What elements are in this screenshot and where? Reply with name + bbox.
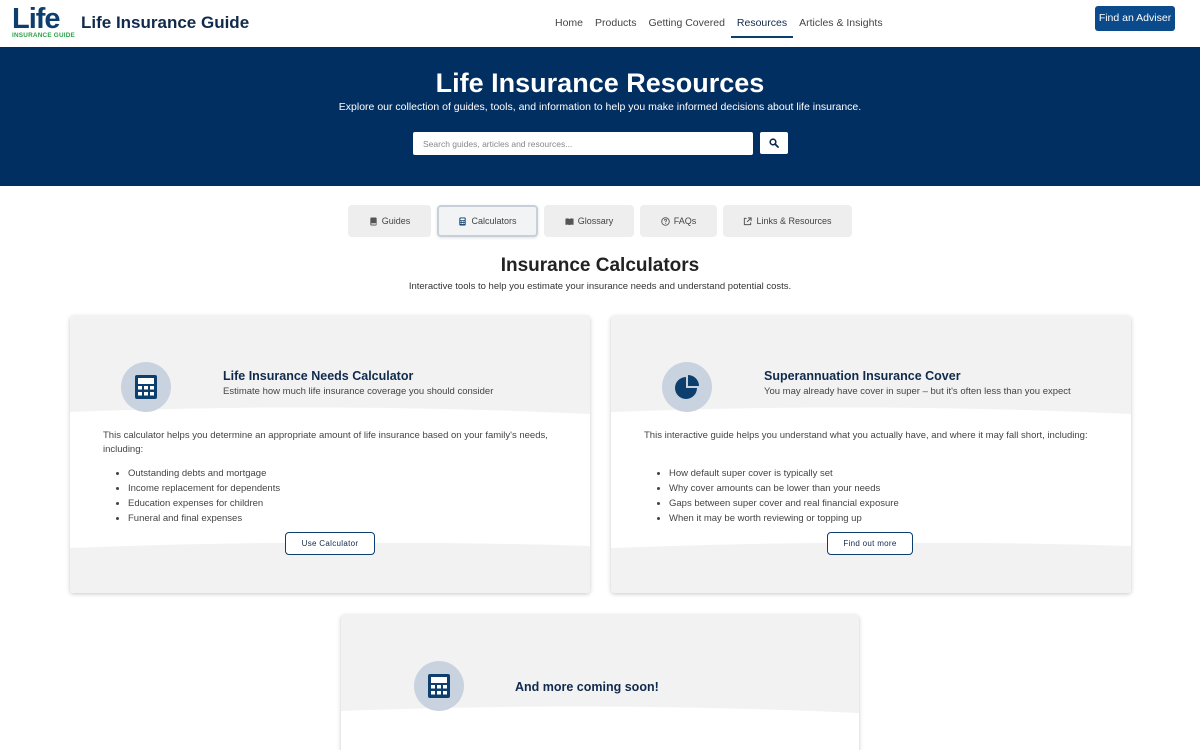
tab-glossary[interactable]: Glossary <box>544 205 634 237</box>
hero-subtitle: Explore our collection of guides, tools,… <box>338 101 862 113</box>
tab-calculators[interactable]: Calculators <box>437 205 538 237</box>
external-link-icon <box>744 216 753 225</box>
logo-tagline: INSURANCE GUIDE <box>12 32 76 39</box>
site-header: Life INSURANCE GUIDE Life Insurance Guid… <box>0 0 1200 47</box>
book-icon <box>370 216 377 226</box>
list-item: When it may be worth reviewing or toppin… <box>669 511 899 526</box>
nav-articles-insights[interactable]: Articles & Insights <box>793 0 888 47</box>
section-subtitle: Interactive tools to help you estimate y… <box>408 281 792 292</box>
tab-label: Glossary <box>577 216 614 226</box>
find-adviser-button[interactable]: Find an Adviser <box>1095 6 1175 31</box>
card-icon-circle <box>662 362 712 412</box>
search-input[interactable] <box>413 132 753 155</box>
list-item: Gaps between super cover and real financ… <box>669 496 899 511</box>
tab-guides[interactable]: Guides <box>348 205 431 237</box>
question-circle-icon <box>661 216 670 226</box>
card-wave-divider <box>341 706 859 725</box>
list-item: Education expenses for children <box>128 496 280 511</box>
section-title: Insurance Calculators <box>500 255 700 276</box>
open-book-icon <box>565 217 574 225</box>
pie-chart-icon <box>675 375 699 399</box>
main-nav: Home Products Getting Covered Resources … <box>549 0 889 47</box>
use-calculator-button[interactable]: Use Calculator <box>285 532 375 555</box>
card-description: This interactive guide helps you underst… <box>644 430 1088 441</box>
nav-home[interactable]: Home <box>549 0 589 47</box>
list-item: Funeral and final expenses <box>128 511 280 526</box>
list-item: How default super cover is typically set <box>669 466 899 481</box>
nav-getting-covered[interactable]: Getting Covered <box>642 0 730 47</box>
tab-label: Links & Resources <box>756 216 832 226</box>
card-feature-list: Outstanding debts and mortgage Income re… <box>115 466 280 526</box>
card-title: Life Insurance Needs Calculator <box>223 369 414 383</box>
coming-soon-card: And more coming soon! <box>341 615 859 750</box>
card-subtitle: Estimate how much life insurance coverag… <box>223 386 494 397</box>
tab-label: Calculators <box>471 216 517 226</box>
card-description: This calculator helps you determine an a… <box>103 430 548 455</box>
tab-label: Guides <box>381 216 411 226</box>
search-button[interactable] <box>760 132 788 154</box>
tab-label: FAQs <box>673 216 697 226</box>
hero-banner: Life Insurance Resources Explore our col… <box>0 47 1200 186</box>
calculator-icon <box>428 674 450 698</box>
card-feature-list: How default super cover is typically set… <box>656 466 899 526</box>
logo-word: Life <box>12 3 61 35</box>
calculator-card-super-cover: Superannuation Insurance Cover You may a… <box>611 316 1131 593</box>
nav-products[interactable]: Products <box>589 0 642 47</box>
card-subtitle: You may already have cover in super – bu… <box>764 386 1071 397</box>
calculator-card-life-needs: Life Insurance Needs Calculator Estimate… <box>70 316 590 593</box>
brand-title[interactable]: Life Insurance Guide <box>81 13 249 33</box>
search-icon <box>769 138 779 148</box>
tab-faqs[interactable]: FAQs <box>640 205 717 237</box>
list-item: Income replacement for dependents <box>128 481 280 496</box>
calculator-icon <box>135 375 157 399</box>
card-icon-circle <box>414 661 464 711</box>
site-logo[interactable]: Life INSURANCE GUIDE <box>12 3 75 42</box>
card-title: Superannuation Insurance Cover <box>764 369 961 383</box>
card-title: And more coming soon! <box>515 680 659 694</box>
find-out-more-button[interactable]: Find out more <box>827 532 913 555</box>
calculator-icon <box>459 216 467 226</box>
nav-resources[interactable]: Resources <box>730 0 794 47</box>
tab-links-resources[interactable]: Links & Resources <box>723 205 852 237</box>
resource-tabs: Guides Calculators Glossary FAQs Links &… <box>348 205 852 237</box>
list-item: Why cover amounts can be lower than your… <box>669 481 899 496</box>
page-title: Life Insurance Resources <box>435 68 765 98</box>
card-icon-circle <box>121 362 171 412</box>
list-item: Outstanding debts and mortgage <box>128 466 280 481</box>
